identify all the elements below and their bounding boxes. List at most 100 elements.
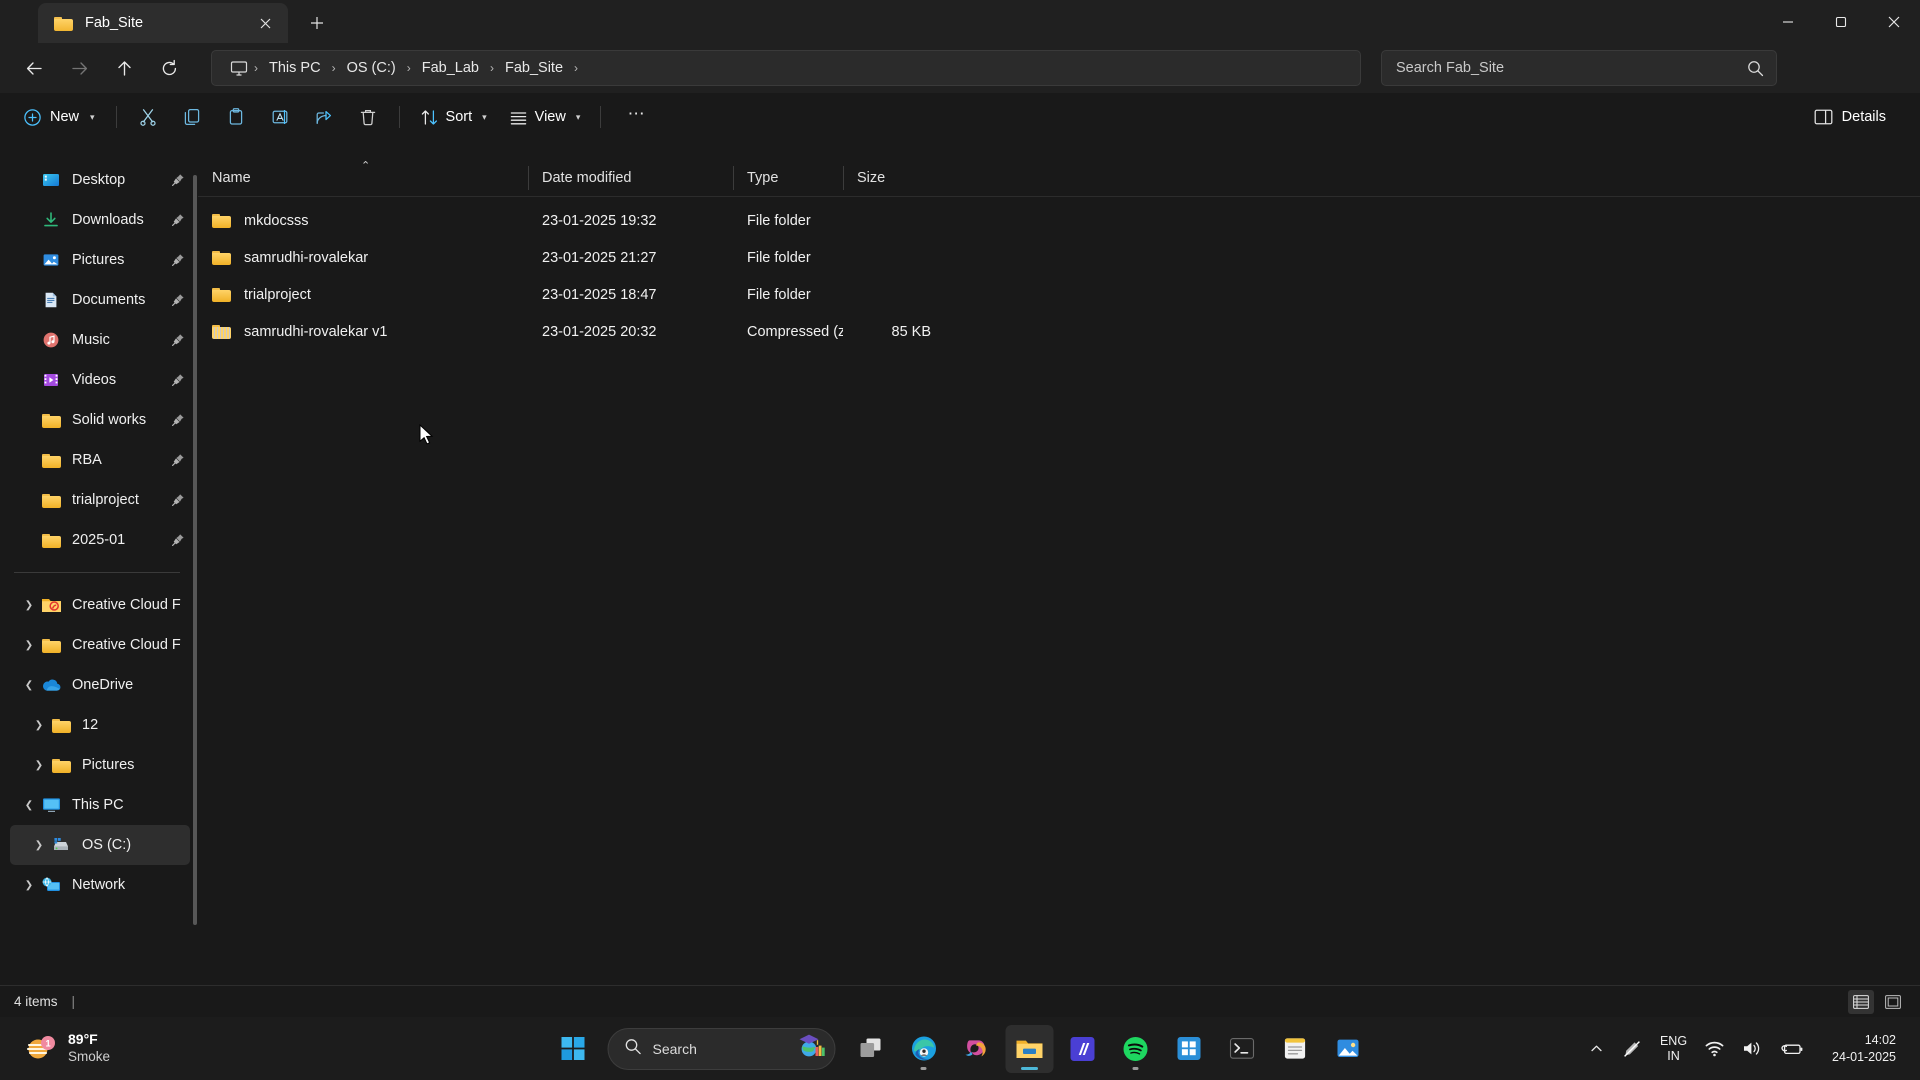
pin-icon[interactable]	[168, 453, 188, 467]
pin-icon[interactable]	[168, 293, 188, 307]
sidebar-item-creative-cloud-files-2[interactable]: ❯ Creative Cloud F	[10, 625, 190, 665]
monitor-icon[interactable]	[226, 59, 252, 77]
chevron-right-icon[interactable]: ❯	[18, 880, 40, 891]
search-icon[interactable]	[1744, 60, 1766, 77]
chevron-right-icon[interactable]: ❯	[18, 600, 40, 611]
sidebar-item-solid-works[interactable]: › Solid works	[10, 400, 190, 440]
table-row[interactable]: mkdocsss 23-01-2025 19:32 File folder	[198, 202, 1920, 239]
sidebar-item-2025-01[interactable]: › 2025-01	[10, 520, 190, 560]
pin-icon[interactable]	[168, 213, 188, 227]
sidebar-item-desktop[interactable]: › Desktop	[10, 160, 190, 200]
breadcrumb-fab-lab[interactable]: Fab_Lab	[413, 56, 488, 80]
pin-icon[interactable]	[168, 373, 188, 387]
column-header-date-modified[interactable]: Date modified	[528, 160, 733, 196]
pin-icon[interactable]	[168, 173, 188, 187]
wifi-icon[interactable]	[1697, 1028, 1732, 1070]
table-row[interactable]: trialproject 23-01-2025 18:47 File folde…	[198, 276, 1920, 313]
battery-icon[interactable]	[1772, 1028, 1812, 1070]
taskbar-app-file-explorer[interactable]	[1005, 1024, 1054, 1073]
details-pane-button[interactable]: Details	[1802, 99, 1898, 135]
sidebar-item-trialproject[interactable]: › trialproject	[10, 480, 190, 520]
graduation-books-icon[interactable]	[797, 1033, 827, 1064]
pen-disabled-icon[interactable]	[1614, 1028, 1650, 1070]
chevron-right-icon[interactable]: ❯	[28, 840, 50, 851]
large-icons-view-button[interactable]	[1880, 990, 1906, 1014]
sidebar-item-onedrive[interactable]: ❮ OneDrive	[10, 665, 190, 705]
file-name-cell[interactable]: samrudhi-rovalekar	[198, 250, 528, 266]
search-box[interactable]: Search Fab_Site	[1381, 50, 1777, 86]
chevron-down-icon[interactable]: ❮	[18, 800, 40, 811]
rename-button[interactable]	[258, 99, 302, 135]
column-header-name[interactable]: Name ⌃	[198, 160, 528, 196]
taskbar-app-spotify[interactable]	[1112, 1025, 1160, 1073]
taskbar-app-photos[interactable]	[1324, 1025, 1372, 1073]
sidebar-item-music[interactable]: › Music	[10, 320, 190, 360]
clock-button[interactable]: 14:02 24-01-2025	[1814, 1028, 1910, 1070]
tray-overflow-button[interactable]	[1581, 1028, 1612, 1070]
sidebar-item-creative-cloud-files-1[interactable]: ❯ Creative Cloud F	[10, 585, 190, 625]
taskbar-app-notepad[interactable]	[1271, 1025, 1319, 1073]
cut-button[interactable]	[126, 99, 170, 135]
sidebar-item-videos[interactable]: › Videos	[10, 360, 190, 400]
sidebar-item-onedrive-pictures[interactable]: ❯ Pictures	[10, 745, 190, 785]
taskbar-app-terminal[interactable]	[1218, 1025, 1266, 1073]
sidebar-item-os-c[interactable]: ❯ OS (C:)	[10, 825, 190, 865]
sidebar-scrollbar[interactable]	[193, 175, 197, 925]
taskbar-app-microsoft-store[interactable]	[1165, 1025, 1213, 1073]
address-bar[interactable]: › This PC › OS (C:) › Fab_Lab › Fab_Site…	[211, 50, 1361, 86]
breadcrumb-os-c[interactable]: OS (C:)	[338, 56, 405, 80]
close-window-button[interactable]	[1867, 0, 1920, 43]
forward-button[interactable]	[59, 50, 99, 86]
search-input[interactable]: Search Fab_Site	[1396, 60, 1744, 76]
sidebar-item-this-pc[interactable]: ❮ This PC	[10, 785, 190, 825]
speaker-icon[interactable]	[1734, 1028, 1770, 1070]
file-name-cell[interactable]: trialproject	[198, 287, 528, 303]
chevron-down-icon[interactable]: ❮	[18, 680, 40, 691]
pin-icon[interactable]	[168, 533, 188, 547]
sort-button[interactable]: Sort ▾	[409, 99, 498, 135]
taskbar-app-copilot[interactable]	[953, 1025, 1001, 1073]
pin-icon[interactable]	[168, 493, 188, 507]
breadcrumb-fab-site[interactable]: Fab_Site	[496, 56, 572, 80]
start-button[interactable]	[549, 1025, 597, 1073]
column-header-type[interactable]: Type	[733, 160, 843, 196]
file-name-cell[interactable]: samrudhi-rovalekar v1	[198, 324, 528, 340]
taskbar-app-autodesk[interactable]	[1059, 1025, 1107, 1073]
column-header-size[interactable]: Size	[843, 160, 941, 196]
language-indicator[interactable]: ENG IN	[1652, 1028, 1695, 1070]
view-button[interactable]: View ▾	[498, 99, 592, 135]
sidebar-item-pictures[interactable]: › Pictures	[10, 240, 190, 280]
chevron-right-icon[interactable]: ❯	[18, 640, 40, 651]
paste-button[interactable]	[214, 99, 258, 135]
pin-icon[interactable]	[168, 253, 188, 267]
pin-icon[interactable]	[168, 333, 188, 347]
refresh-button[interactable]	[149, 50, 189, 86]
delete-button[interactable]	[346, 99, 390, 135]
new-tab-button[interactable]	[300, 6, 334, 40]
breadcrumb-this-pc[interactable]: This PC	[260, 56, 330, 80]
up-button[interactable]	[104, 50, 144, 86]
more-options-button[interactable]: ⋯	[616, 99, 658, 135]
sidebar-item-documents[interactable]: › Documents	[10, 280, 190, 320]
taskbar-app-task-view[interactable]	[847, 1025, 895, 1073]
weather-widget[interactable]: 1 89°F Smoke	[14, 1027, 120, 1069]
details-view-button[interactable]	[1848, 989, 1874, 1014]
taskbar-app-edge[interactable]	[900, 1025, 948, 1073]
sidebar-item-rba[interactable]: › RBA	[10, 440, 190, 480]
close-tab-icon[interactable]	[252, 10, 278, 36]
new-button[interactable]: New ▾	[14, 99, 107, 135]
taskbar-search-input[interactable]: Search	[653, 1041, 786, 1057]
browser-tab-fab-site[interactable]: Fab_Site	[38, 3, 288, 43]
taskbar-search-box[interactable]: Search	[607, 1027, 836, 1070]
chevron-right-icon[interactable]: ❯	[28, 760, 50, 771]
minimize-button[interactable]	[1761, 0, 1814, 43]
table-row[interactable]: samrudhi-rovalekar v1 23-01-2025 20:32 C…	[198, 313, 1920, 350]
sidebar-item-network[interactable]: ❯ Network	[10, 865, 190, 905]
pin-icon[interactable]	[168, 413, 188, 427]
chevron-right-icon[interactable]: ❯	[28, 720, 50, 731]
back-button[interactable]	[14, 50, 54, 86]
sidebar-item-12[interactable]: ❯ 12	[10, 705, 190, 745]
table-row[interactable]: samrudhi-rovalekar 23-01-2025 21:27 File…	[198, 239, 1920, 276]
file-name-cell[interactable]: mkdocsss	[198, 213, 528, 229]
share-button[interactable]	[302, 99, 346, 135]
